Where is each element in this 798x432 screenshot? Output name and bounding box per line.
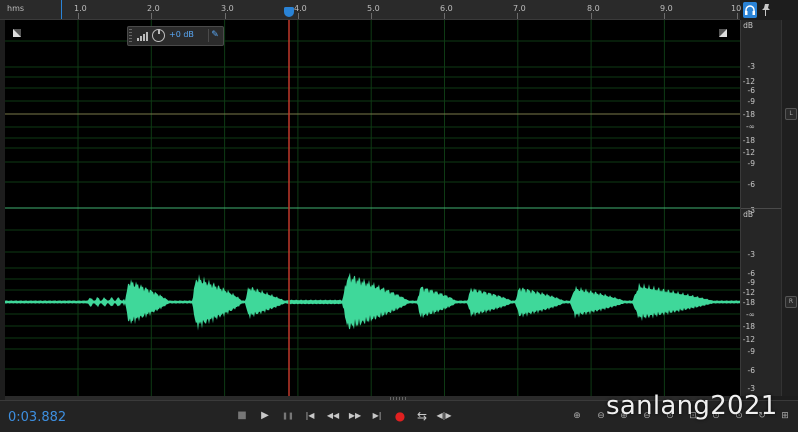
record-button[interactable]: ●	[390, 406, 410, 426]
pause-button[interactable]: ❚❚	[278, 406, 298, 426]
db-tick: -∞	[746, 122, 755, 131]
ruler-label: 3.0	[221, 4, 234, 13]
playhead-handle[interactable]	[284, 7, 294, 17]
db-tick: -12	[742, 288, 755, 297]
channel-divider	[741, 208, 781, 209]
next-button[interactable]: ▶|	[367, 406, 387, 426]
db-tick: -18	[742, 110, 755, 119]
db-tick: -12	[742, 77, 755, 86]
skip-selection-button[interactable]: ◀|▶	[434, 406, 454, 426]
gain-knob[interactable]	[152, 29, 165, 42]
waveform-display[interactable]	[5, 20, 740, 396]
db-tick: -6	[747, 366, 755, 375]
gain-value[interactable]: +0 dB	[169, 30, 194, 39]
db-tick: -6	[747, 86, 755, 95]
headphones-icon[interactable]	[742, 1, 798, 19]
selection-marker[interactable]	[61, 0, 62, 19]
amplitude-scale[interactable]: dB -3 -6 -9 -12 -18 -∞ -18 -12 -9 -6 -3 …	[740, 20, 781, 396]
ruler-tick	[517, 13, 518, 19]
right-channel-toggle[interactable]: R	[785, 296, 797, 308]
db-tick: -9	[747, 278, 755, 287]
top-right-corner-icon[interactable]	[719, 22, 727, 37]
zoom-in-amplitude-icon[interactable]: ⊕	[570, 409, 584, 423]
ruler-tick	[591, 13, 592, 19]
rewind-button[interactable]: ◀◀	[323, 406, 343, 426]
previous-button[interactable]: |◀	[300, 406, 320, 426]
ruler-label: 5.0	[367, 4, 380, 13]
waveform-canvas[interactable]	[5, 20, 740, 396]
db-unit-top: dB	[743, 21, 753, 30]
db-tick: -18	[742, 136, 755, 145]
fast-forward-button[interactable]: ▶▶	[345, 406, 365, 426]
ruler-label: 10	[731, 4, 742, 13]
db-tick: -3	[747, 250, 755, 259]
watermark-text: sanlang2021	[606, 391, 778, 421]
ruler-tick	[151, 13, 152, 19]
db-tick: -6	[747, 180, 755, 189]
ruler-tick	[737, 13, 738, 19]
ruler-label: 2.0	[147, 4, 160, 13]
zoom-extra-icon[interactable]: ⊞	[778, 409, 792, 423]
ruler-label: 9.0	[660, 4, 673, 13]
ruler-label: 4.0	[294, 4, 307, 13]
pin-icon[interactable]: ✎	[208, 29, 221, 42]
volume-hud[interactable]: +0 dB ✎	[127, 26, 224, 46]
hud-grip[interactable]	[129, 29, 132, 43]
db-tick: -9	[747, 159, 755, 168]
ruler-tick	[78, 13, 79, 19]
top-left-corner-icon[interactable]	[13, 22, 21, 37]
ruler-tick	[298, 13, 299, 19]
ruler-label: 1.0	[74, 4, 87, 13]
db-tick: -3	[747, 62, 755, 71]
level-meter-icon	[137, 32, 148, 41]
db-tick: -9	[747, 347, 755, 356]
current-time[interactable]: 0:03.882	[8, 410, 66, 425]
ruler-label: 7.0	[513, 4, 526, 13]
db-tick: -12	[742, 335, 755, 344]
db-tick: -9	[747, 97, 755, 106]
db-unit-bottom: dB	[743, 210, 753, 219]
loop-button[interactable]: ⇆	[412, 406, 432, 426]
ruler-tick	[444, 13, 445, 19]
ruler-tick	[664, 13, 665, 19]
ruler-tick	[225, 13, 226, 19]
ruler-tick	[371, 13, 372, 19]
ruler-label: 6.0	[440, 4, 453, 13]
time-ruler[interactable]: hms 1.0 2.0 3.0 4.0 5.0 6.0 7.0 8.0 9.0 …	[0, 0, 742, 20]
ruler-units[interactable]: hms	[7, 4, 24, 13]
db-tick: -∞	[746, 310, 755, 319]
db-tick: -12	[742, 148, 755, 157]
waveform-shape	[5, 272, 740, 331]
db-tick: -18	[742, 298, 755, 307]
db-tick: -18	[742, 322, 755, 331]
db-tick: -6	[747, 269, 755, 278]
ruler-icons	[742, 1, 798, 19]
play-button[interactable]: ▶	[255, 406, 275, 426]
channel-strip: L R	[781, 20, 798, 396]
left-channel-toggle[interactable]: L	[785, 108, 797, 120]
ruler-label: 8.0	[587, 4, 600, 13]
stop-button[interactable]: ■	[232, 406, 252, 426]
